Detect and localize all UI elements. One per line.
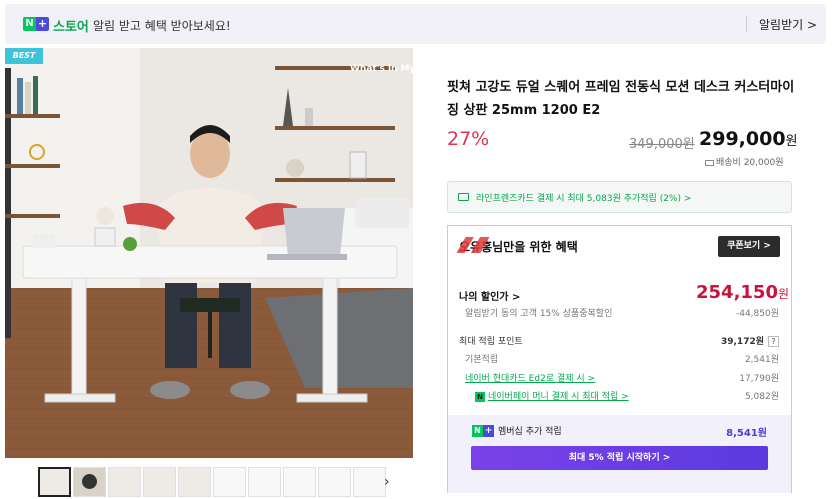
points-row: 최대 적립 포인트 39,172원?: [459, 334, 779, 347]
npay-points-link[interactable]: 네이버페이 머니 결제 시 최대 적립 >: [488, 392, 629, 402]
store-label: 스토어: [53, 20, 89, 35]
npay-points-row: N 네이버페이 머니 결제 시 최대 적립 > 5,082원: [459, 389, 779, 402]
npay-icon: N: [475, 392, 485, 402]
credit-card-icon: [458, 193, 469, 201]
membership-section: N + 멤버십 추가 적립 8,541원 최대 5% 적립 시작하기 >: [448, 415, 791, 493]
thumbnail[interactable]: [213, 467, 246, 497]
coupon-discount-value: -44,850원: [735, 309, 779, 319]
naver-plus-logo: N +: [23, 17, 49, 31]
thumbnail-strip: [38, 467, 386, 497]
product-title: 핏쳐 고강도 듀얼 스퀘어 프레임 전동식 모션 데스크 커스터마이징 상판 2…: [447, 80, 795, 118]
thumbnail-video[interactable]: [73, 467, 106, 497]
membership-start-button[interactable]: 최대 5% 적립 시작하기 >: [471, 446, 768, 470]
card-promo-text: 라인프렌즈카드 결제 시 최대 5,083원 추가적립 (2%) >: [476, 194, 692, 204]
thumbnail[interactable]: [178, 467, 211, 497]
alarm-button[interactable]: 알림받기 >: [759, 16, 817, 33]
notification-bar: N + 스토어 알림 받고 혜택 받아보세요! 알림받기 >: [5, 4, 826, 44]
original-price: 349,000원: [629, 137, 695, 152]
points-label: 최대 적립 포인트: [459, 337, 523, 347]
thumbnail[interactable]: [143, 467, 176, 497]
points-value-group: 39,172원?: [721, 334, 779, 347]
card-points-link[interactable]: 네이버 현대카드 Ed2로 결제 시 >: [465, 374, 595, 384]
truck-icon: [705, 159, 714, 166]
promo-text: 알림 받고 혜택 받아보세요!: [93, 19, 231, 33]
brand-watermark: What's in My Day: [350, 64, 438, 74]
thumbnail-next-icon[interactable]: ›: [384, 474, 390, 490]
naver-plus-logo: N +: [472, 425, 494, 437]
card-points-value: 17,790원: [739, 374, 779, 384]
benefit-panel: 오유홍님만을 위한 혜택 쿠폰보기 > 나의 할인가 > 254,150원 알림…: [447, 225, 792, 493]
product-photo[interactable]: [5, 48, 413, 458]
thumbnail[interactable]: [108, 467, 141, 497]
thumbnail[interactable]: [283, 467, 316, 497]
my-discount-price-value: 254,150: [696, 282, 778, 303]
card-promo-banner[interactable]: 라인프렌즈카드 결제 시 최대 5,083원 추가적립 (2%) >: [447, 181, 792, 213]
base-points-row: 기본적립 2,541원: [459, 352, 779, 365]
card-points-row: 네이버 현대카드 Ed2로 결제 시 > 17,790원: [459, 371, 779, 384]
thumbnail[interactable]: [248, 467, 281, 497]
shipping-fee-text: 배송비 20,000원: [716, 158, 784, 168]
divider: [746, 16, 747, 32]
my-discount-price-unit: 원: [777, 287, 790, 301]
coupon-button[interactable]: 쿠폰보기 >: [718, 236, 780, 257]
coupon-discount-label: 알림받기 동의 고객 15% 상품중복할인: [465, 309, 613, 319]
membership-label: 멤버십 추가 적립: [498, 427, 562, 437]
thumbnail[interactable]: [318, 467, 351, 497]
npay-points-value: 5,082원: [744, 392, 779, 402]
sale-price-unit: 원: [785, 134, 798, 149]
help-icon[interactable]: ?: [768, 336, 779, 347]
discount-rate: 27%: [447, 128, 490, 150]
points-value: 39,172원: [720, 337, 764, 347]
base-points-value: 2,541원: [744, 355, 779, 365]
sale-price-value: 299,000: [699, 128, 786, 150]
sale-price: 299,000원: [699, 128, 798, 150]
my-discount-price: 254,150원: [696, 282, 789, 303]
play-icon: [82, 474, 97, 489]
product-photo-scene: [5, 48, 413, 458]
thumbnail[interactable]: [38, 467, 71, 497]
best-badge: BEST: [5, 48, 43, 64]
shipping-fee: 배송비 20,000원: [705, 155, 783, 168]
membership-value: 8,541원: [726, 428, 767, 439]
redaction-scribble: [457, 237, 489, 253]
base-points-label: 기본적립: [465, 355, 499, 365]
coupon-discount-row: 알림받기 동의 고객 15% 상품중복할인 -44,850원: [459, 306, 779, 319]
thumbnail[interactable]: [353, 467, 386, 497]
